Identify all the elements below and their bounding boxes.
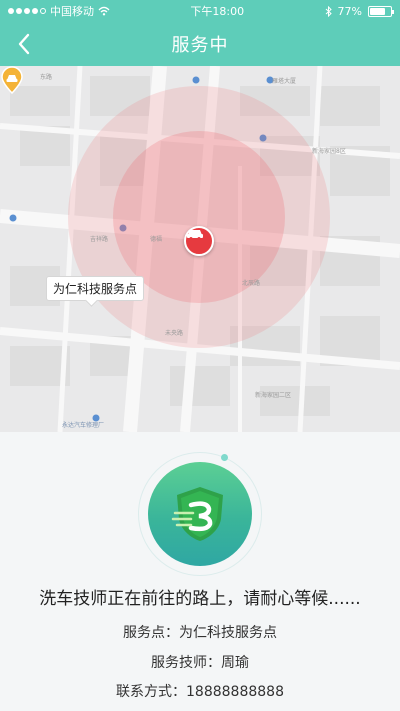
ring-dot — [221, 454, 228, 461]
map-view[interactable]: 新海家园8区 东路 雁塔大厦 德福 新海家园二区 永达汽车修理厂 吉祥路 未央路… — [0, 66, 400, 432]
status-left: 中国移动 — [8, 3, 110, 19]
bluetooth-icon — [325, 5, 332, 17]
service-point-row: 服务点：为仁科技服务点 — [0, 622, 400, 642]
contact-phone[interactable]: 18888888888 — [186, 684, 284, 700]
contact-row: 联系方式：18888888888 — [0, 681, 400, 701]
battery-percent: 77% — [337, 4, 362, 18]
service-info-panel: 洗车技师正在前往的路上，请耐心等候...... 服务点：为仁科技服务点 服务技师… — [0, 432, 400, 711]
waiting-message: 洗车技师正在前往的路上，请耐心等候...... — [39, 589, 361, 609]
map-label: 雁塔大厦 — [272, 78, 297, 85]
map-label: 新海家园二区 — [255, 392, 292, 399]
map-label: 德福 — [150, 236, 163, 243]
service-point-label: 服务点： — [123, 625, 179, 641]
carrier-name: 中国移动 — [50, 5, 94, 18]
chevron-left-icon — [18, 33, 30, 55]
brand-logo — [148, 462, 252, 566]
map-label: 吉祥路 — [90, 236, 109, 243]
map-label: 未央路 — [165, 330, 184, 337]
map-label: 北辰路 — [242, 280, 261, 287]
car-location-marker[interactable] — [184, 226, 214, 256]
service-point-marker-icon[interactable] — [0, 66, 24, 94]
technician-row: 服务技师：周瑜 — [0, 652, 400, 672]
map-label: 永达汽车修理厂 — [62, 422, 105, 429]
contact-label: 联系方式： — [116, 684, 186, 700]
map-label: 东路 — [40, 74, 53, 81]
back-button[interactable] — [10, 30, 38, 58]
service-point-tooltip: 为仁科技服务点 — [46, 276, 145, 301]
map-label: 新海家园8区 — [312, 148, 346, 155]
shield-logo-icon — [171, 487, 223, 541]
status-time: 下午18:00 — [190, 5, 245, 18]
nav-bar: 服务中 — [0, 22, 400, 66]
battery-fill — [370, 7, 386, 15]
page-title: 服务中 — [171, 35, 229, 56]
signal-dots-icon — [8, 8, 46, 14]
service-point-value: 为仁科技服务点 — [179, 625, 277, 641]
technician-value: 周瑜 — [221, 655, 249, 671]
status-bar: 中国移动 下午18:00 77% — [0, 0, 400, 22]
technician-label: 服务技师： — [151, 655, 221, 671]
car-icon — [187, 230, 203, 240]
battery-icon — [368, 5, 394, 17]
status-right: 77% — [325, 4, 394, 18]
wifi-icon — [98, 6, 110, 16]
